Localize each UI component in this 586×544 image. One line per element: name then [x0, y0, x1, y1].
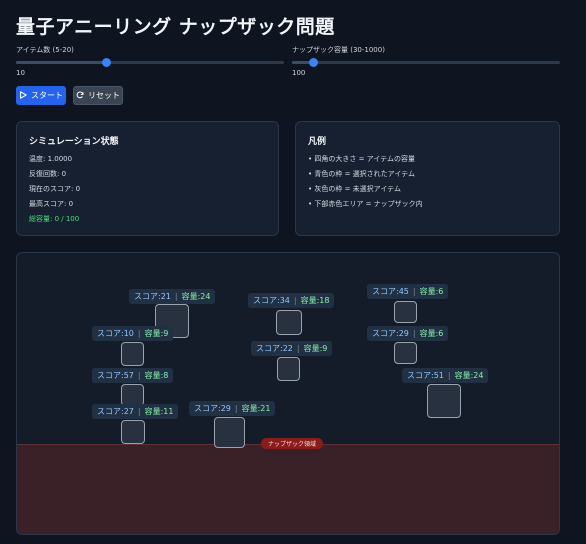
total-capacity-text: 総容量: 0 / 100 [29, 215, 80, 223]
item-capacity: 容量:18 [300, 296, 330, 305]
legend-item: • 下部赤色エリア = ナップザック内 [308, 200, 423, 208]
item-tag: スコア:29 | 容量:21 [189, 401, 276, 416]
item-capacity: 容量:8 [144, 371, 169, 380]
iterations-text: 反復回数: 0 [29, 170, 67, 178]
item-score: スコア:21 [134, 292, 171, 301]
item-tag: スコア:21 | 容量:24 [129, 289, 216, 304]
item-tag: スコア:51 | 容量:24 [402, 368, 489, 383]
item-score: スコア:10 [97, 329, 134, 338]
item-capacity: 容量:6 [419, 329, 444, 338]
item-tag: スコア:57 | 容量:8 [92, 368, 174, 383]
item-box[interactable] [121, 342, 144, 366]
knapsack-zone [17, 444, 559, 534]
item-capacity: 容量:11 [144, 407, 174, 416]
legend-item: • 青色の枠 = 選択されたアイテム [308, 170, 415, 178]
play-icon [19, 90, 27, 101]
legend-panel: 凡例 • 四角の大きさ = アイテムの容量 • 青色の枠 = 選択されたアイテム… [295, 121, 560, 236]
item-tag: スコア:27 | 容量:11 [92, 404, 179, 419]
legend-item: • 灰色の枠 = 未選択アイテム [308, 185, 401, 193]
item-score: スコア:57 [97, 371, 134, 380]
items-slider-value: 10 [16, 69, 25, 77]
page-title: 量子アニーリング ナップザック問題 [16, 16, 335, 38]
item-capacity: 容量:24 [454, 371, 484, 380]
best-score-text: 最高スコア: 0 [29, 200, 74, 208]
items-slider-thumb[interactable] [102, 58, 111, 67]
legend-panel-title: 凡例 [308, 137, 327, 147]
capacity-slider-value: 100 [292, 69, 306, 77]
item-tag: スコア:10 | 容量:9 [92, 326, 174, 341]
items-slider[interactable] [16, 58, 284, 67]
item-score: スコア:29 [372, 329, 409, 338]
item-tag: スコア:22 | 容量:9 [251, 341, 333, 356]
item-box[interactable] [394, 301, 417, 323]
capacity-slider[interactable] [292, 58, 560, 67]
item-tag: スコア:45 | 容量:6 [367, 284, 449, 299]
legend-item: • 四角の大きさ = アイテムの容量 [308, 155, 415, 163]
current-score-text: 現在のスコア: 0 [29, 185, 81, 193]
item-score: スコア:45 [372, 287, 409, 296]
item-box[interactable] [214, 417, 245, 448]
capacity-slider-label: ナップザック容量 (30-1000) [292, 46, 385, 54]
reset-button[interactable]: リセット [73, 86, 123, 105]
temperature-text: 温度: 1.0000 [29, 155, 73, 163]
item-capacity: 容量:21 [241, 404, 271, 413]
status-panel: シミュレーション状態 温度: 1.0000 反復回数: 0 現在のスコア: 0 … [16, 121, 279, 236]
capacity-slider-thumb[interactable] [309, 58, 318, 67]
start-button-label: スタート [31, 91, 63, 100]
simulation-canvas[interactable]: ナップザック領域 スコア:21 | 容量:24 スコア:34 | 容量:18 スコア:4… [16, 252, 560, 535]
status-panel-title: シミュレーション状態 [29, 137, 119, 147]
item-capacity: 容量:24 [181, 292, 211, 301]
item-tag: スコア:29 | 容量:6 [367, 326, 449, 341]
item-score: スコア:51 [407, 371, 444, 380]
item-capacity: 容量:6 [419, 287, 444, 296]
item-box[interactable] [427, 384, 461, 418]
item-capacity: 容量:9 [303, 344, 328, 353]
refresh-icon [76, 91, 84, 101]
reset-button-label: リセット [88, 91, 120, 100]
item-score: スコア:34 [253, 296, 290, 305]
item-box[interactable] [121, 420, 145, 444]
item-score: スコア:27 [97, 407, 134, 416]
items-slider-fill [16, 61, 106, 64]
item-tag: スコア:34 | 容量:18 [248, 293, 335, 308]
item-box[interactable] [276, 310, 302, 335]
item-box[interactable] [394, 342, 417, 364]
item-score: スコア:29 [194, 404, 231, 413]
items-slider-label: アイテム数 (5-20) [16, 46, 74, 54]
knapsack-zone-label: ナップザック領域 [261, 438, 324, 449]
item-box[interactable] [277, 357, 300, 381]
item-box[interactable] [121, 384, 144, 406]
start-button[interactable]: スタート [16, 86, 66, 105]
item-score: スコア:22 [256, 344, 293, 353]
item-capacity: 容量:9 [144, 329, 169, 338]
